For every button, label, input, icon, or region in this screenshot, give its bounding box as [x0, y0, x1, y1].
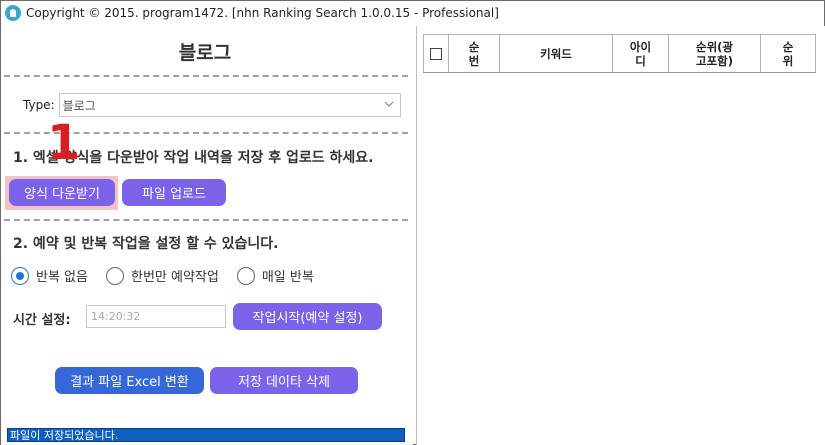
table-header-row: 순 번 키워드 아이 디 순위(광 고포함) 순 위	[423, 34, 816, 73]
divider	[4, 75, 408, 77]
select-all-cell	[423, 34, 449, 73]
window-title: Copyright © 2015. program1472. [nhn Rank…	[26, 6, 499, 20]
time-input[interactable]: 14:20:32	[86, 305, 226, 328]
chevron-down-icon	[384, 101, 394, 107]
radio-label: 반복 없음	[36, 270, 88, 285]
column-header-rank-with-ads[interactable]: 순위(광 고포함)	[668, 34, 761, 73]
excel-convert-button[interactable]: 결과 파일 Excel 변환	[55, 367, 204, 394]
title-bar: Copyright © 2015. program1472. [nhn Rank…	[1, 1, 824, 25]
app-window: Copyright © 2015. program1472. [nhn Rank…	[0, 0, 825, 445]
type-select[interactable]: 블로그	[58, 93, 401, 117]
radio-label: 한번만 예약작업	[130, 270, 219, 285]
step-2-instruction: 2. 예약 및 반복 작업을 설정 할 수 있습니다.	[13, 236, 279, 252]
radio-once[interactable]	[105, 266, 124, 285]
left-panel: 블로그 Type: 블로그 1. 엑셀 양식을 다운받아 작업 내역을 저장 후…	[1, 26, 413, 445]
column-header-keyword[interactable]: 키워드	[499, 34, 613, 73]
repeat-options: 반복 없음 한번만 예약작업 매일 반복	[11, 266, 332, 285]
delete-data-button[interactable]: 저장 데이타 삭제	[210, 367, 358, 394]
radio-daily[interactable]	[236, 266, 255, 285]
time-label: 시간 설정:	[13, 313, 71, 328]
column-header-id[interactable]: 아이 디	[612, 34, 669, 73]
app-icon	[5, 5, 21, 21]
status-message: 파일이 저장되었습니다.	[7, 428, 405, 442]
select-all-checkbox[interactable]	[430, 48, 442, 60]
radio-no-repeat[interactable]	[11, 266, 29, 285]
download-template-button[interactable]: 양식 다운받기	[9, 179, 115, 206]
results-panel: 순 번 키워드 아이 디 순위(광 고포함) 순 위	[416, 26, 825, 445]
panel-title: 블로그	[178, 42, 232, 64]
column-header-rank[interactable]: 순 위	[760, 34, 816, 73]
divider	[4, 219, 408, 221]
type-select-value: 블로그	[62, 98, 96, 113]
type-row: Type: 블로그	[23, 93, 401, 117]
type-label: Type:	[23, 98, 55, 112]
radio-label: 매일 반복	[261, 270, 314, 285]
column-header-number[interactable]: 순 번	[448, 34, 500, 73]
upload-file-button[interactable]: 파일 업로드	[122, 179, 226, 206]
annotation-number: 1	[47, 115, 81, 171]
start-task-button[interactable]: 작업시작(예약 설정)	[233, 303, 382, 330]
results-table: 순 번 키워드 아이 디 순위(광 고포함) 순 위	[423, 34, 816, 73]
